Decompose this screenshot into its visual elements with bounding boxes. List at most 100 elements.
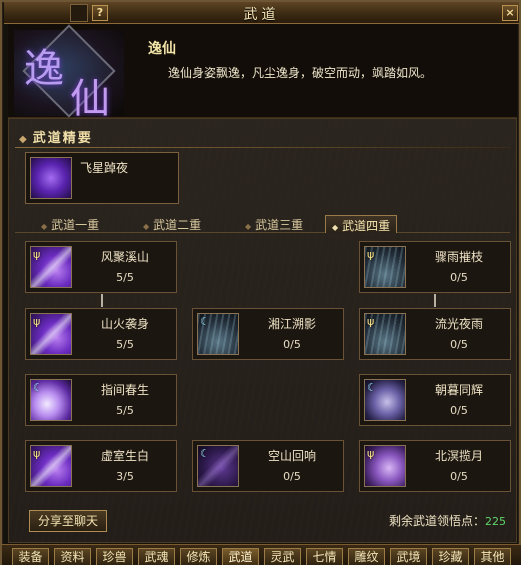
skill-name: 流光夜雨	[434, 317, 483, 331]
diamond-bullet-icon: ◆	[19, 134, 29, 145]
skill-name: 山火袭身	[100, 317, 149, 331]
skill-name: 风聚溪山	[100, 250, 149, 264]
moon-badge-icon: ☾	[200, 447, 210, 460]
tab-tier-4[interactable]: ◆ 武道四重	[325, 215, 398, 233]
tab-diamond-icon: ◆	[332, 223, 339, 232]
skill-card[interactable]: ☾ 朝暮同辉 0/5	[359, 374, 511, 426]
tab-warsoul[interactable]: 武魂	[138, 548, 175, 565]
bottom-tab-bar: 装备 资料 珍兽 武魂 修炼 武道 灵武 七情 雕纹 武境 珍藏 其他	[2, 544, 521, 565]
moon-badge-icon: ☾	[367, 381, 377, 394]
tab-tier-3[interactable]: ◆ 武道三重	[239, 215, 309, 233]
tab-label: 武道四重	[342, 219, 391, 233]
skill-connector-line	[434, 294, 436, 307]
skill-level: 5/5	[116, 338, 134, 351]
white-glow-icon: ☾	[30, 379, 72, 421]
skill-name: 指间春生	[100, 383, 149, 397]
set-description: 逸仙身姿飘逸，凡尘逸身，破空而动，飒踏如风。	[168, 66, 433, 80]
skill-card[interactable]: ψ 骤雨摧枝 0/5	[359, 241, 511, 293]
tab-other[interactable]: 其他	[474, 548, 511, 565]
tab-profile[interactable]: 资料	[54, 548, 91, 565]
close-button[interactable]: ×	[502, 5, 518, 21]
set-emblem-icon: 逸 仙	[14, 24, 124, 122]
skill-card[interactable]: ψ 山火袭身 5/5	[25, 308, 177, 360]
skill-card[interactable]: ψ 虚室生白 3/5	[25, 440, 177, 492]
set-header: 逸 仙 逸仙 逸仙身姿飘逸，凡尘逸身，破空而动，飒踏如风。	[8, 24, 517, 122]
tab-tier-1[interactable]: ◆ 武道一重	[35, 215, 105, 233]
tier-tab-bar: ◆ 武道一重 ◆ 武道二重 ◆ 武道三重 ◆ 武道四重	[15, 213, 510, 233]
skill-level: 5/5	[116, 271, 134, 284]
dark-purple-blade-icon: ☾	[197, 445, 239, 487]
skill-level: 0/5	[283, 338, 301, 351]
skill-level: 0/5	[450, 338, 468, 351]
skill-name: 湘江溯影	[267, 317, 316, 331]
essence-skill-name: 飞星踔夜	[80, 161, 129, 175]
ninja-silhouette-icon	[30, 157, 72, 199]
tab-pets[interactable]: 珍兽	[96, 548, 133, 565]
skill-card[interactable]: ☾ 湘江溯影 0/5	[192, 308, 344, 360]
share-to-chat-button[interactable]: 分享至聊天	[29, 510, 107, 532]
tab-emotions[interactable]: 七情	[306, 548, 343, 565]
essence-skill-card[interactable]: 飞星踔夜	[25, 152, 179, 204]
purple-blade-icon: ψ	[30, 313, 72, 355]
purple-blade-icon: ψ	[30, 246, 72, 288]
emblem-char-1: 逸	[24, 46, 64, 92]
trident-badge-icon: ψ	[367, 447, 375, 460]
moon-figure-icon: ☾	[364, 379, 406, 421]
title-bar[interactable]: ? 武道 ×	[4, 2, 519, 24]
skill-name: 骤雨摧枝	[434, 250, 483, 264]
skill-card[interactable]: ψ 流光夜雨 0/5	[359, 308, 511, 360]
tab-diamond-icon: ◆	[41, 222, 48, 231]
moon-badge-icon: ☾	[33, 381, 43, 394]
tab-label: 武道一重	[51, 218, 100, 232]
skill-name: 朝暮同辉	[434, 383, 483, 397]
skill-name: 北溟揽月	[434, 449, 483, 463]
tab-martial-realm[interactable]: 武境	[390, 548, 427, 565]
trident-badge-icon: ψ	[33, 315, 41, 328]
trident-badge-icon: ψ	[33, 447, 41, 460]
skill-level: 3/5	[116, 470, 134, 483]
martial-panel: ◆ 武道精要 飞星踔夜 ◆ 武道一重 ◆ 武道二重 ◆ 武道三重 ◆ 武道四重 ψ 风聚溪…	[8, 118, 517, 543]
skill-name: 空山回响	[267, 449, 316, 463]
tab-diamond-icon: ◆	[143, 222, 150, 231]
points-label: 剩余武道领悟点：	[389, 514, 486, 528]
tab-spirit-weapon[interactable]: 灵武	[264, 548, 301, 565]
moon-badge-icon: ☾	[200, 315, 210, 328]
teal-rain-icon: ψ	[364, 246, 406, 288]
window-title: 武道	[243, 7, 280, 23]
skill-card[interactable]: ☾ 空山回响 0/5	[192, 440, 344, 492]
section-divider	[15, 147, 510, 148]
trident-badge-icon: ψ	[367, 315, 375, 328]
violet-swirl-icon: ψ	[364, 445, 406, 487]
tab-engraving[interactable]: 雕纹	[348, 548, 385, 565]
tab-cultivation[interactable]: 修炼	[180, 548, 217, 565]
skill-window: ? 武道 × 逸 仙 逸仙 逸仙身姿飘逸，凡尘逸身，破空而动，飒踏如风。 ◆ 武道…	[0, 0, 521, 565]
emblem-char-2: 仙	[70, 76, 110, 122]
skill-name: 虚室生白	[100, 449, 149, 463]
tab-diamond-icon: ◆	[245, 222, 252, 231]
tab-martial-way[interactable]: 武道	[222, 548, 259, 565]
remaining-points: 剩余武道领悟点：225	[389, 512, 506, 529]
set-name: 逸仙	[148, 41, 176, 57]
teal-rain-icon: ψ	[364, 313, 406, 355]
skill-level: 0/5	[450, 271, 468, 284]
essence-title-text: 武道精要	[32, 131, 93, 146]
trident-badge-icon: ψ	[33, 248, 41, 261]
tab-label: 武道二重	[153, 218, 202, 232]
skill-connector-line	[101, 294, 103, 307]
skill-level: 0/5	[450, 470, 468, 483]
essence-section-title: ◆ 武道精要	[19, 127, 93, 146]
teal-rain-icon: ☾	[197, 313, 239, 355]
skill-card[interactable]: ψ 北溟揽月 0/5	[359, 440, 511, 492]
skill-level: 0/5	[450, 404, 468, 417]
tab-tier-2[interactable]: ◆ 武道二重	[137, 215, 207, 233]
tab-equipment[interactable]: 装备	[12, 548, 49, 565]
tab-label: 武道三重	[255, 218, 304, 232]
trident-badge-icon: ψ	[367, 248, 375, 261]
purple-blade-icon: ψ	[30, 445, 72, 487]
skill-level: 5/5	[116, 404, 134, 417]
skill-card[interactable]: ☾ 指间春生 5/5	[25, 374, 177, 426]
skill-card[interactable]: ψ 风聚溪山 5/5	[25, 241, 177, 293]
tab-collection[interactable]: 珍藏	[432, 548, 469, 565]
points-value: 225	[485, 515, 507, 528]
skill-level: 0/5	[283, 470, 301, 483]
